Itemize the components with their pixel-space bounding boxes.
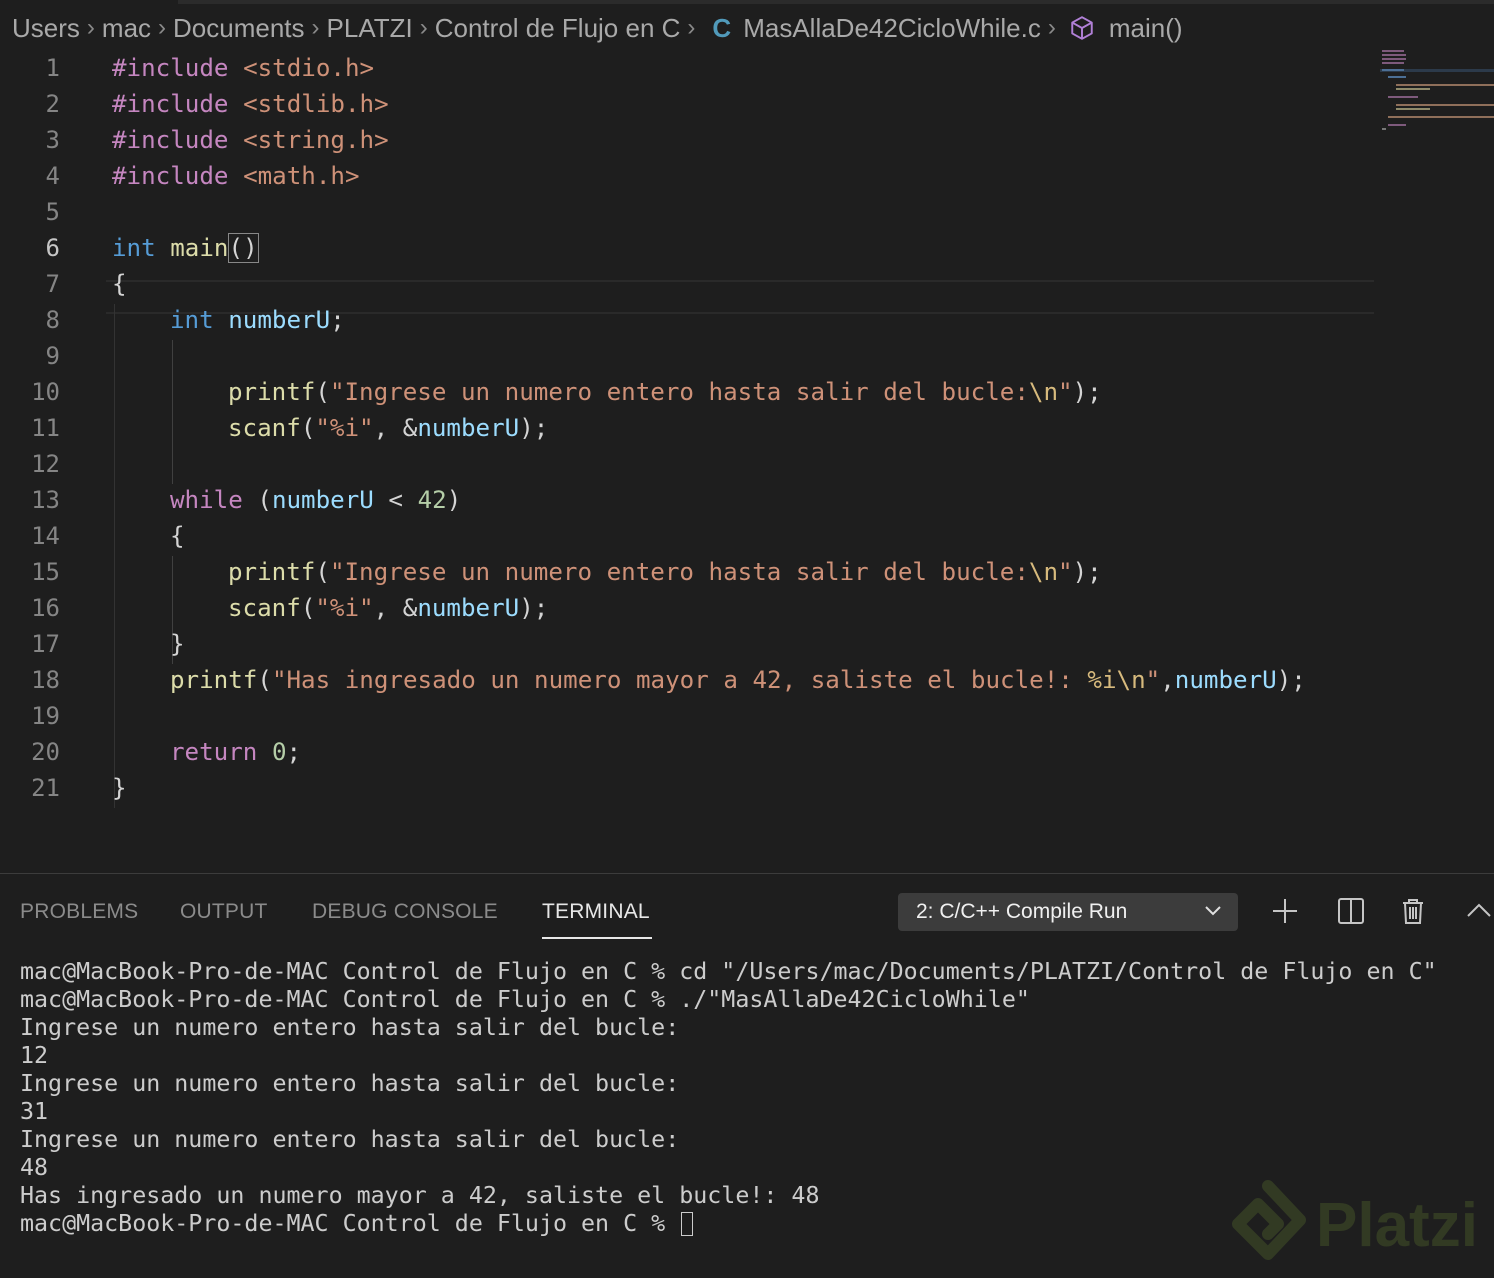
chevron-right-icon: › [86,14,95,41]
minimap-line [1382,58,1406,60]
breadcrumb: Users › mac › Documents › PLATZI › Contr… [0,0,1494,56]
line-number: 10 [31,378,60,406]
terminal-line: 12 [20,1042,49,1069]
minimap-line [1396,88,1430,90]
terminal-prompt: mac@MacBook-Pro-de-MAC Control de Flujo … [20,1210,680,1237]
terminal-line: Ingrese un numero entero hasta salir del… [20,1126,680,1153]
tab-problems[interactable]: PROBLEMS [20,900,138,924]
minimap-line [1388,116,1494,118]
line-number: 8 [45,306,60,334]
code-line: scanf("%i", &numberU); [228,594,549,622]
code-line: #include <math.h> [112,162,360,190]
breadcrumb-item-symbol[interactable]: main() [1109,13,1183,44]
terminal-line: Ingrese un numero entero hasta salir del… [20,1014,680,1041]
code-line: return 0; [170,738,302,766]
breadcrumb-item-folder[interactable]: Control de Flujo en C [435,13,681,44]
line-number: 7 [45,270,60,298]
line-number: 14 [31,522,60,550]
minimap-line [1396,108,1430,110]
code-line: printf("Has ingresado un numero mayor a … [170,666,1306,694]
code-line: #include <stdio.h> [112,54,375,82]
line-number: 19 [31,702,60,730]
minimap-line [1396,84,1494,86]
active-tab-indicator [542,937,652,939]
line-number: 16 [31,594,60,622]
terminal-line: Ingrese un numero entero hasta salir del… [20,1070,680,1097]
code-line: scanf("%i", &numberU); [228,414,549,442]
breadcrumb-item-file[interactable]: MasAllaDe42CicloWhile.c [743,13,1041,44]
code-line: { [170,522,185,550]
minimap-line [1382,69,1404,71]
minimap[interactable] [1380,48,1494,138]
tab-terminal[interactable]: TERMINAL [542,900,650,924]
line-number: 9 [45,342,60,370]
platzi-logo-icon [1232,1180,1306,1260]
line-number-active: 6 [45,234,60,262]
chevron-right-icon: › [687,14,696,41]
minimap-line [1382,54,1406,56]
code-line: { [112,270,127,298]
chevron-right-icon: › [158,14,167,41]
terminal-cursor [681,1212,694,1236]
platzi-watermark-text: Platzi [1316,1191,1478,1260]
split-icon[interactable] [1336,896,1366,926]
chevron-up-icon[interactable] [1464,896,1494,926]
minimap-line [1382,62,1404,64]
minimap-line [1388,96,1418,98]
code-line: while (numberU < 42) [170,486,462,514]
code-line: printf("Ingrese un numero entero hasta s… [228,378,1102,406]
chevron-right-icon: › [1047,14,1056,41]
line-number: 12 [31,450,60,478]
line-number: 18 [31,666,60,694]
plus-icon[interactable] [1270,896,1300,926]
chevron-down-icon [1205,906,1221,916]
code-line: } [170,630,185,658]
code-line: #include <string.h> [112,126,389,154]
tab-debug-console[interactable]: DEBUG CONSOLE [312,900,498,924]
minimap-line [1382,50,1404,52]
terminal-select-value: 2: C/C++ Compile Run [916,900,1128,923]
panel-tabs: PROBLEMS OUTPUT DEBUG CONSOLE TERMINAL [0,874,880,952]
c-file-icon: C [712,12,732,43]
breadcrumb-item-mac[interactable]: mac [102,13,151,44]
line-number: 2 [45,90,60,118]
minimap-line [1382,128,1386,130]
terminal-line: mac@MacBook-Pro-de-MAC Control de Flujo … [20,958,1437,985]
line-number: 11 [31,414,60,442]
trash-icon[interactable] [1398,896,1428,926]
breadcrumb-item-users[interactable]: Users [12,13,80,44]
terminal-line: 31 [20,1098,49,1125]
code-line: } [112,774,127,802]
line-number: 17 [31,630,60,658]
terminal-line: 48 [20,1154,49,1181]
minimap-line [1388,124,1406,126]
chevron-right-icon: › [311,14,320,41]
code-line-active: int main() [112,233,259,263]
code-line: #include <stdlib.h> [112,90,389,118]
line-number: 20 [31,738,60,766]
terminal-select-dropdown[interactable]: 2: C/C++ Compile Run [898,893,1238,931]
line-number: 4 [45,162,60,190]
chevron-right-icon: › [419,14,428,41]
code-line: printf("Ingrese un numero entero hasta s… [228,558,1102,586]
tab-output[interactable]: OUTPUT [180,900,268,924]
code-editor[interactable]: 1 2 3 4 5 6 7 8 9 10 11 12 13 14 15 16 1… [0,50,1374,820]
line-number: 13 [31,486,60,514]
platzi-watermark: Platzi [1228,1180,1488,1270]
line-number: 1 [45,54,60,82]
minimap-line [1396,104,1494,106]
minimap-line [1388,76,1406,78]
line-number: 21 [31,774,60,802]
line-number: 5 [45,198,60,226]
line-number: 3 [45,126,60,154]
symbol-method-icon [1071,16,1093,40]
breadcrumb-item-documents[interactable]: Documents [173,13,305,44]
terminal-line: mac@MacBook-Pro-de-MAC Control de Flujo … [20,986,1030,1013]
line-number: 15 [31,558,60,586]
code-line: int numberU; [170,306,345,334]
breadcrumb-item-platzi[interactable]: PLATZI [327,13,413,44]
